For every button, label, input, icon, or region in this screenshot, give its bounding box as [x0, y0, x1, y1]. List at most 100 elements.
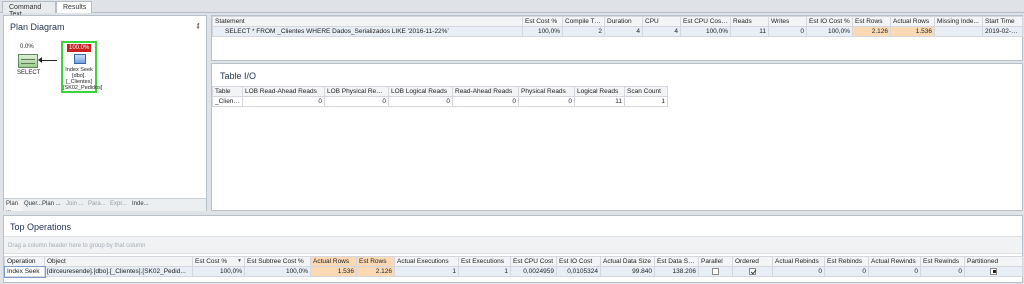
col-lob-logical[interactable]: LOB Logical Reads [388, 86, 453, 97]
cell-est-cost: 100,0% [192, 266, 245, 277]
col-cpu[interactable]: CPU [642, 16, 681, 27]
parallel-checkbox[interactable] [712, 267, 719, 275]
cell-lob-physical: 0 [324, 96, 389, 107]
table-io-grid: Table LOB Read-Ahead Reads LOB Physical … [212, 86, 668, 107]
table-io-row[interactable]: _Clientes 0 0 0 0 0 11 1 [212, 96, 668, 107]
col-est-rewinds[interactable]: Est Rewinds [920, 256, 965, 267]
col-est-executions[interactable]: Est Executions [458, 256, 511, 267]
cell-est-cost: 100,0% [522, 26, 563, 37]
col-logical-reads[interactable]: Logical Reads [574, 86, 625, 97]
plan-diagram-panel: Plan Diagram ᵮ 0.0% SELECT 100.0% Index … [3, 15, 207, 213]
flow-arrow [41, 60, 57, 61]
top-operations-grid: Operation Object Est Cost % ▼ Est Subtree… [3, 256, 1023, 278]
col-est-rows[interactable]: Est Rows [852, 16, 891, 27]
index-seek-node[interactable]: 100.0% Index Seek [dbo].[_Clientes] [SK0… [61, 41, 102, 93]
index-seek-cost-badge: 100.0% [67, 44, 92, 52]
statement-grid: Statement Est Cost % Compile Time Durati… [212, 16, 1023, 37]
top-operations-title: Top Operations [10, 222, 72, 232]
col-est-cpu-cost[interactable]: Est CPU Cost [510, 256, 557, 267]
col-est-rows[interactable]: Est Rows [356, 256, 395, 267]
cell-est-cpu-cost: 0,0024959 [510, 266, 557, 277]
cell-partitioned [964, 266, 1023, 277]
top-ops-row[interactable]: Index Seek [dirceuresende].[dbo].[_Clien… [3, 265, 1023, 278]
col-start-time[interactable]: Start Time [982, 16, 1023, 27]
index-seek-icon [74, 54, 86, 64]
col-physical-reads[interactable]: Physical Reads [518, 86, 575, 97]
cell-duration: 4 [604, 26, 643, 37]
col-object[interactable]: Object [44, 256, 193, 267]
ordered-checkbox[interactable] [749, 267, 756, 275]
statement-header-row: Statement Est Cost % Compile Time Durati… [212, 16, 1023, 27]
col-est-rebinds[interactable]: Est Rebinds [824, 256, 869, 267]
cell-est-io-cost: 100,0% [806, 26, 853, 37]
select-node-label: SELECT [17, 70, 41, 76]
tab-expressions[interactable]: Expr... [110, 201, 130, 211]
cell-statement: SELECT * FROM _Clientes WHERE Dados_Seri… [212, 26, 523, 37]
col-statement[interactable]: Statement [212, 16, 523, 27]
cell-lob-logical: 0 [388, 96, 453, 107]
tab-query-columns[interactable]: Quer... [24, 201, 42, 211]
cell-physical-reads: 0 [518, 96, 575, 107]
col-actual-rewinds[interactable]: Actual Rewinds [868, 256, 921, 267]
col-est-cpu-cost[interactable]: Est CPU Cost % [680, 16, 731, 27]
plan-diagram-title: Plan Diagram [10, 22, 65, 32]
col-scan-count[interactable]: Scan Count [624, 86, 668, 97]
select-node-cost: 0.0% [20, 44, 34, 50]
cell-est-io-cost: 0,0105324 [556, 266, 601, 277]
col-lob-physical[interactable]: LOB Physical Reads [324, 86, 389, 97]
cell-actual-rows: 1.536 [310, 266, 357, 277]
cell-actual-rewinds: 0 [868, 266, 921, 277]
col-partitioned[interactable]: Partitioned [964, 256, 1023, 267]
cell-actual-executions: 1 [394, 266, 459, 277]
tab-join-diagram[interactable]: Join ... [66, 201, 86, 211]
partitioned-checkbox[interactable] [990, 267, 997, 275]
cell-est-rebinds: 0 [824, 266, 869, 277]
col-est-subtree-cost[interactable]: Est Subtree Cost % [244, 256, 311, 267]
col-parallel[interactable]: Parallel [698, 256, 733, 267]
cell-est-rewinds: 0 [920, 266, 965, 277]
col-est-data-size[interactable]: Est Data Size [654, 256, 699, 267]
group-panel[interactable]: Drag a column header here to group by th… [4, 236, 1022, 254]
cell-scan-count: 1 [624, 96, 668, 107]
tab-results[interactable]: Results [56, 1, 92, 13]
tab-index-analysis[interactable]: Inde... [132, 201, 152, 211]
pin-icon[interactable]: ᵮ [197, 22, 199, 31]
col-ordered[interactable]: Ordered [732, 256, 773, 267]
col-writes[interactable]: Writes [768, 16, 807, 27]
tab-plan-outline[interactable]: Plan ... [42, 201, 64, 211]
cell-reads: 11 [730, 26, 769, 37]
col-est-io-cost[interactable]: Est IO Cost % [806, 16, 853, 27]
col-missing-indexes[interactable]: Missing Inde... [934, 16, 983, 27]
tab-command-text[interactable]: Command Text [2, 1, 56, 18]
table-io-title: Table I/O [220, 71, 257, 81]
col-compile-time[interactable]: Compile Time [562, 16, 605, 27]
select-node-icon[interactable] [18, 54, 38, 68]
col-actual-executions[interactable]: Actual Executions [394, 256, 459, 267]
col-actual-rebinds[interactable]: Actual Rebinds [772, 256, 825, 267]
cell-est-data-size: 138.206 [654, 266, 699, 277]
col-est-cost-sorted[interactable]: Est Cost % ▼ [192, 256, 245, 267]
col-actual-rows[interactable]: Actual Rows [310, 256, 357, 267]
cell-cpu: 4 [642, 26, 681, 37]
col-table[interactable]: Table [212, 86, 243, 97]
col-operation[interactable]: Operation [4, 256, 45, 267]
col-est-cost[interactable]: Est Cost % [522, 16, 563, 27]
tab-plan-tree[interactable]: Plan ... [6, 201, 23, 213]
col-reads[interactable]: Reads [730, 16, 769, 27]
cell-object: [dirceuresende].[dbo].[_Clientes].[SK02_… [44, 266, 193, 277]
cell-est-subtree-cost: 100,0% [244, 266, 311, 277]
cell-actual-rebinds: 0 [772, 266, 825, 277]
col-actual-data-size[interactable]: Actual Data Size [600, 256, 655, 267]
statement-row[interactable]: SELECT * FROM _Clientes WHERE Dados_Seri… [212, 26, 1023, 37]
col-lob-read-ahead[interactable]: LOB Read-Ahead Reads [242, 86, 325, 97]
cell-parallel [698, 266, 733, 277]
top-ops-header-row: Operation Object Est Cost % ▼ Est Subtree… [4, 256, 1023, 267]
tab-parameters[interactable]: Para... [88, 201, 108, 211]
cell-est-cpu-cost: 100,0% [680, 26, 731, 37]
cell-start-time: 2019-02-13 0: [982, 26, 1023, 37]
sort-desc-icon: ▼ [237, 258, 242, 264]
col-actual-rows[interactable]: Actual Rows [890, 16, 935, 27]
col-read-ahead[interactable]: Read-Ahead Reads [452, 86, 519, 97]
col-est-io-cost[interactable]: Est IO Cost [556, 256, 601, 267]
col-duration[interactable]: Duration [604, 16, 643, 27]
